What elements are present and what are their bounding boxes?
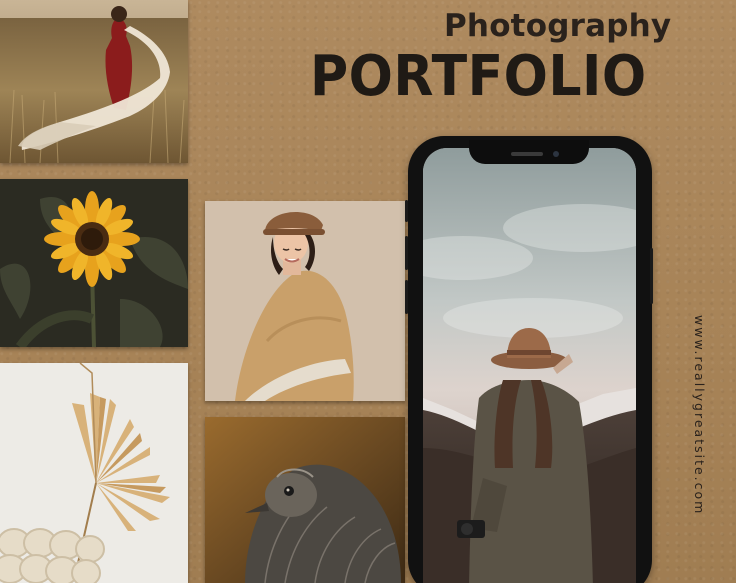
photo-portrait — [205, 201, 405, 401]
photo-sunflower — [0, 179, 188, 347]
title-subtitle: Photography — [444, 8, 672, 44]
phone-side-button — [405, 200, 408, 222]
phone-power-button — [650, 248, 653, 304]
phone-camera-icon — [553, 151, 559, 157]
phone-screen-photo — [423, 148, 636, 583]
website-url: www.reallygreatsite.com — [692, 315, 707, 516]
phone-speaker — [511, 152, 543, 156]
photo-emu — [205, 417, 405, 583]
title-main: PORTFOLIO — [310, 44, 647, 109]
phone-volume-down-button — [405, 280, 408, 314]
photo-palm — [0, 363, 188, 583]
portfolio-canvas: Photography PORTFOLIO www.reallygreatsit… — [0, 0, 736, 583]
phone-volume-up-button — [405, 236, 408, 270]
photo-field — [0, 0, 188, 163]
